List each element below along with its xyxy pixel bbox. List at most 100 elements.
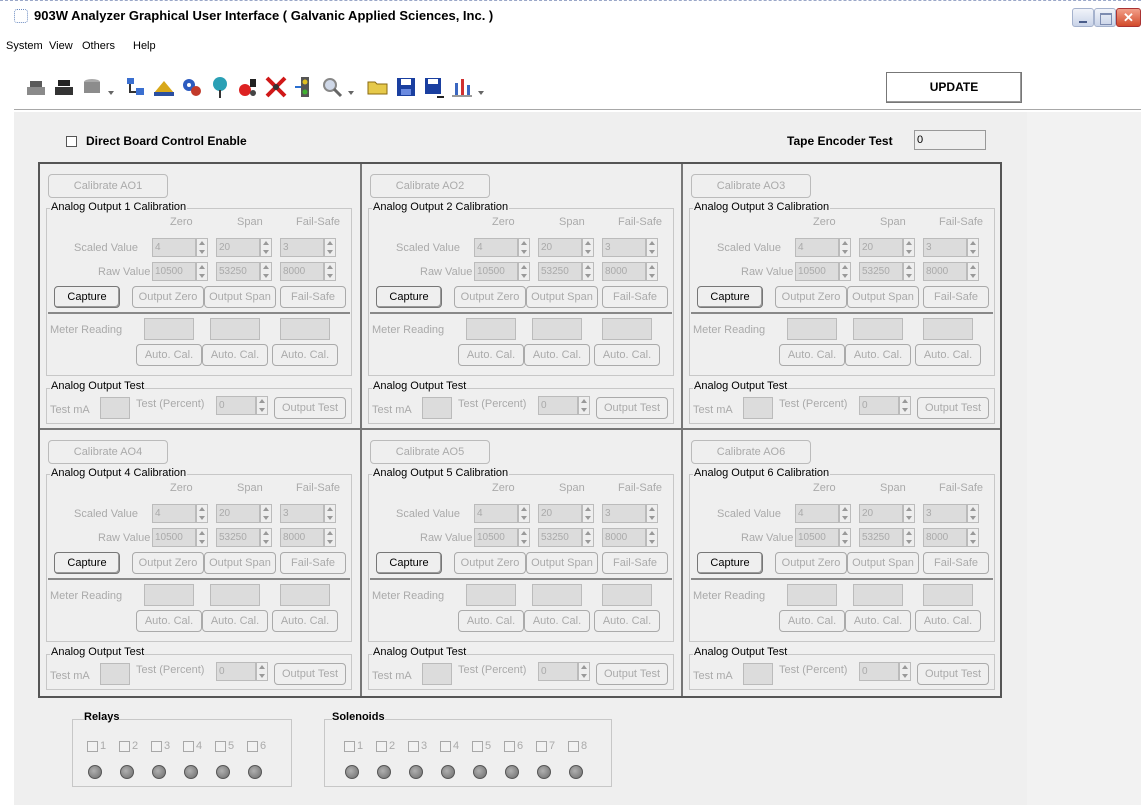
failsafe-button[interactable]: Fail-Safe: [280, 286, 346, 308]
output-test-button[interactable]: Output Test: [596, 397, 668, 419]
meter-reading-field-1[interactable]: [144, 584, 194, 606]
meter-reading-field-1[interactable]: [466, 318, 516, 340]
test-ma-field[interactable]: [100, 663, 130, 685]
menu-others[interactable]: Others: [82, 40, 115, 52]
auto-cal-button-2[interactable]: Auto. Cal.: [202, 610, 268, 632]
test-ma-field[interactable]: [100, 397, 130, 419]
capture-button[interactable]: Capture: [54, 286, 120, 308]
raw-zero-field[interactable]: 10500: [795, 528, 839, 547]
output-span-button[interactable]: Output Span: [526, 552, 598, 574]
auto-cal-button-1[interactable]: Auto. Cal.: [136, 610, 202, 632]
raw-failsafe-spinner[interactable]: [967, 528, 979, 547]
meter-reading-field-1[interactable]: [144, 318, 194, 340]
raw-span-spinner[interactable]: [903, 528, 915, 547]
scaled-failsafe-spinner[interactable]: [324, 238, 336, 257]
minimize-button[interactable]: [1072, 8, 1094, 27]
failsafe-button[interactable]: Fail-Safe: [602, 286, 668, 308]
raw-failsafe-field[interactable]: 8000: [280, 262, 324, 281]
relay-3-checkbox[interactable]: [151, 741, 162, 752]
test-percent-spinner[interactable]: [899, 396, 911, 415]
stop-icon[interactable]: [264, 75, 288, 99]
output-span-button[interactable]: Output Span: [204, 286, 276, 308]
auto-cal-button-3[interactable]: Auto. Cal.: [915, 610, 981, 632]
scaled-failsafe-spinner[interactable]: [646, 238, 658, 257]
pin-icon[interactable]: [208, 75, 232, 99]
direct-board-checkbox[interactable]: [66, 136, 77, 147]
scaled-span-spinner[interactable]: [582, 238, 594, 257]
raw-zero-spinner[interactable]: [196, 528, 208, 547]
auto-cal-button-3[interactable]: Auto. Cal.: [594, 610, 660, 632]
scaled-zero-spinner[interactable]: [196, 504, 208, 523]
meter-reading-field-3[interactable]: [280, 584, 330, 606]
relay-4-checkbox[interactable]: [183, 741, 194, 752]
calibrate-ao5-button[interactable]: Calibrate AO5: [370, 440, 490, 464]
scaled-zero-field[interactable]: 4: [795, 504, 839, 523]
output-span-button[interactable]: Output Span: [204, 552, 276, 574]
scaled-failsafe-spinner[interactable]: [967, 504, 979, 523]
menu-help[interactable]: Help: [133, 40, 156, 52]
relay-5-checkbox[interactable]: [215, 741, 226, 752]
auto-cal-button-3[interactable]: Auto. Cal.: [272, 610, 338, 632]
test-percent-field[interactable]: 0: [538, 662, 578, 681]
scaled-span-spinner[interactable]: [903, 504, 915, 523]
scaled-failsafe-spinner[interactable]: [646, 504, 658, 523]
meter-reading-field-1[interactable]: [787, 318, 837, 340]
solenoid-8-checkbox[interactable]: [568, 741, 579, 752]
auto-cal-button-2[interactable]: Auto. Cal.: [524, 610, 590, 632]
raw-failsafe-spinner[interactable]: [324, 262, 336, 281]
output-test-button[interactable]: Output Test: [274, 663, 346, 685]
meter-reading-field-2[interactable]: [532, 584, 582, 606]
undock-icon[interactable]: [52, 75, 76, 99]
raw-span-spinner[interactable]: [260, 262, 272, 281]
scaled-span-spinner[interactable]: [260, 504, 272, 523]
scaled-failsafe-spinner[interactable]: [967, 238, 979, 257]
scaled-span-field[interactable]: 20: [216, 504, 260, 523]
test-ma-field[interactable]: [422, 663, 452, 685]
raw-zero-spinner[interactable]: [839, 262, 851, 281]
scaled-span-field[interactable]: 20: [538, 238, 582, 257]
meter-reading-field-3[interactable]: [923, 318, 973, 340]
output-zero-button[interactable]: Output Zero: [454, 286, 526, 308]
auto-cal-button-3[interactable]: Auto. Cal.: [594, 344, 660, 366]
disk-drive-icon[interactable]: [80, 75, 104, 99]
meter-reading-field-3[interactable]: [280, 318, 330, 340]
update-button[interactable]: UPDATE: [886, 72, 1022, 103]
test-percent-spinner[interactable]: [899, 662, 911, 681]
output-test-button[interactable]: Output Test: [917, 397, 989, 419]
raw-zero-spinner[interactable]: [518, 528, 530, 547]
output-zero-button[interactable]: Output Zero: [775, 286, 847, 308]
scaled-span-field[interactable]: 20: [859, 504, 903, 523]
scaled-failsafe-field[interactable]: 3: [923, 504, 967, 523]
output-span-button[interactable]: Output Span: [847, 552, 919, 574]
scaled-span-spinner[interactable]: [903, 238, 915, 257]
calibrate-ao3-button[interactable]: Calibrate AO3: [691, 174, 811, 198]
raw-zero-spinner[interactable]: [839, 528, 851, 547]
scaled-zero-field[interactable]: 4: [152, 504, 196, 523]
capture-button[interactable]: Capture: [376, 286, 442, 308]
meter-reading-field-3[interactable]: [923, 584, 973, 606]
test-percent-field[interactable]: 0: [859, 662, 899, 681]
test-percent-field[interactable]: 0: [216, 662, 256, 681]
raw-span-field[interactable]: 53250: [538, 528, 582, 547]
dock-icon[interactable]: [24, 75, 48, 99]
auto-cal-button-1[interactable]: Auto. Cal.: [458, 344, 524, 366]
calibrate-ao1-button[interactable]: Calibrate AO1: [48, 174, 168, 198]
auto-cal-button-1[interactable]: Auto. Cal.: [458, 610, 524, 632]
calibrate-ao4-button[interactable]: Calibrate AO4: [48, 440, 168, 464]
meter-reading-field-3[interactable]: [602, 584, 652, 606]
relay-1-checkbox[interactable]: [87, 741, 98, 752]
scaled-zero-field[interactable]: 4: [795, 238, 839, 257]
auto-cal-button-1[interactable]: Auto. Cal.: [779, 610, 845, 632]
gears-icon[interactable]: [180, 75, 204, 99]
output-test-button[interactable]: Output Test: [596, 663, 668, 685]
solenoid-5-checkbox[interactable]: [472, 741, 483, 752]
chart-icon[interactable]: [450, 75, 474, 99]
gas-icon[interactable]: [152, 75, 176, 99]
raw-zero-spinner[interactable]: [196, 262, 208, 281]
output-test-button[interactable]: Output Test: [274, 397, 346, 419]
raw-zero-field[interactable]: 10500: [152, 528, 196, 547]
auto-cal-button-3[interactable]: Auto. Cal.: [915, 344, 981, 366]
tree-icon[interactable]: [124, 75, 148, 99]
raw-zero-field[interactable]: 10500: [152, 262, 196, 281]
meter-reading-field-2[interactable]: [853, 584, 903, 606]
